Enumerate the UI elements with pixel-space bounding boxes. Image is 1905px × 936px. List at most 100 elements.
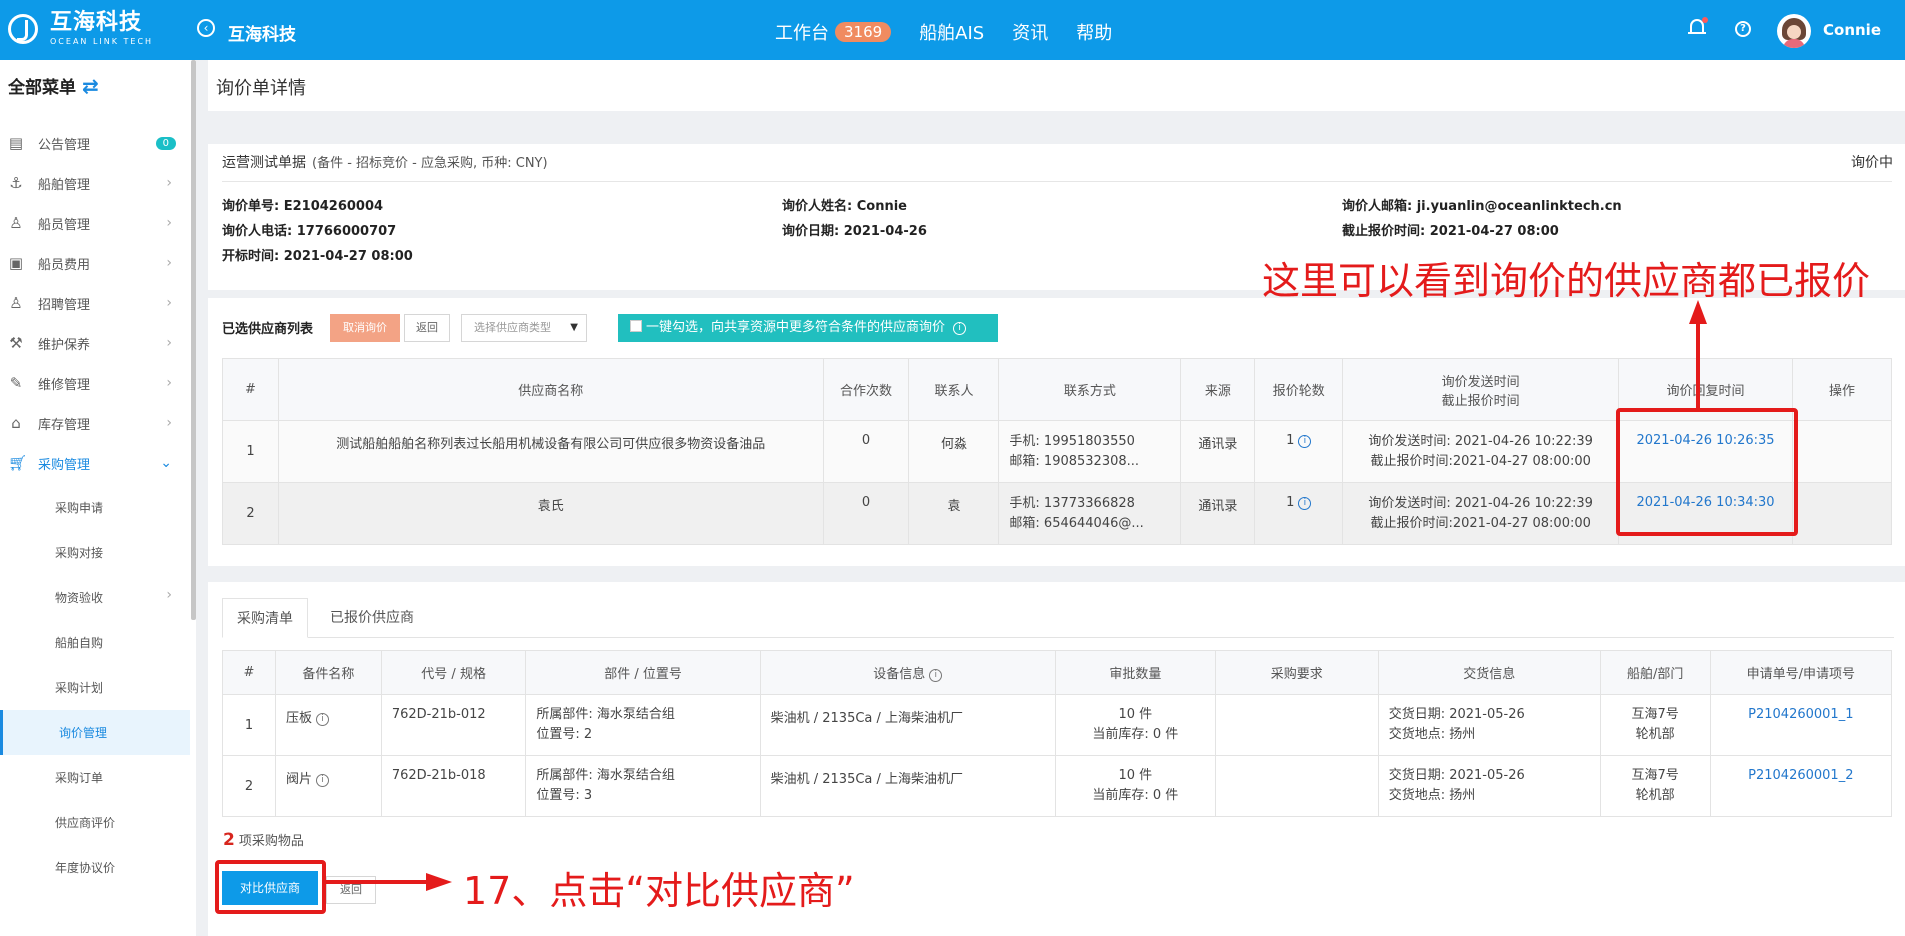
col-header: 报价轮数 — [1254, 358, 1344, 421]
help-icon[interactable]: ? — [1735, 21, 1751, 37]
sidebar-sub-self-purchase[interactable]: 船舶自购 — [0, 620, 190, 665]
source: 通讯录 — [1180, 420, 1256, 483]
sidebar-item-crew[interactable]: ♙ 船员管理 › — [0, 203, 190, 243]
info-icon[interactable]: i — [1298, 435, 1312, 448]
checkbox[interactable] — [630, 320, 642, 332]
chevron-right-icon: › — [166, 215, 172, 231]
chevron-right-icon: › — [166, 335, 172, 351]
sidebar-item-inventory[interactable]: ⌂ 库存管理 › — [0, 403, 190, 443]
cancel-inquiry-button[interactable]: 取消询价 — [330, 314, 400, 342]
supplier-list-label: 已选供应商列表 — [222, 322, 314, 337]
doc-title: 运营测试单据 (备件 - 招标竞价 - 应急采购, 币种: CNY) — [222, 152, 548, 172]
ship-dept: 互海7号 轮机部 — [1599, 755, 1711, 817]
send-deadline: 询价发送时间: 2021-04-26 10:22:39 截止报价时间:2021-… — [1342, 420, 1620, 483]
nav-workbench[interactable]: 工作台 3169 — [775, 19, 892, 45]
inquiry-phone: 询价人电话: 17766000707 — [222, 224, 397, 239]
sidebar-item-label: 维护保养 — [38, 337, 91, 353]
back-arrow-icon[interactable]: ‹ — [197, 19, 215, 37]
row-index: 1 — [222, 694, 276, 756]
sidebar-scrollbar[interactable] — [191, 60, 196, 620]
book-icon: ▤ — [8, 134, 24, 152]
quote-rounds-value: 1 — [1286, 433, 1295, 448]
ship: 互海7号 — [1631, 768, 1679, 783]
chevron-down-icon: ⌄ — [160, 455, 172, 471]
share-resource-checkbox[interactable]: 一键勾选，向共享资源中更多符合条件的供应商询价 i — [618, 314, 998, 342]
chevron-right-icon: › — [166, 255, 172, 271]
inquirer-email: 询价人邮箱: ji.yuanlin@oceanlinktech.cn — [1342, 199, 1622, 214]
purchase-requirement — [1214, 694, 1379, 756]
sidebar-sub-order[interactable]: 采购订单 — [0, 755, 190, 800]
sidebar-sub-purchase-dock[interactable]: 采购对接 — [0, 530, 190, 575]
part-name: 压板 i — [274, 694, 382, 756]
info-icon[interactable]: i — [929, 669, 943, 682]
send-time: 询价发送时间: 2021-04-26 10:22:39 — [1368, 433, 1593, 449]
position: 位置号: 2 — [536, 727, 593, 742]
avatar[interactable] — [1777, 14, 1811, 48]
apply-number[interactable]: P2104260001_2 — [1709, 755, 1893, 817]
sidebar-sub-label: 供应商评价 — [55, 816, 116, 830]
quote-rounds-value: 1 — [1286, 495, 1295, 510]
delivery-date: 交货日期: 2021-05-26 — [1388, 768, 1525, 783]
tab-quoted-suppliers[interactable]: 已报价供应商 — [316, 598, 428, 638]
col-header: 询价发送时间 — [1441, 374, 1520, 390]
col-header: 申请单号/申请项号 — [1709, 650, 1893, 695]
supplier-type-select[interactable]: 选择供应商类型 ▼ — [461, 314, 587, 342]
sidebar-sub-acceptance[interactable]: 物资验收 › — [0, 575, 190, 620]
sidebar-sub-label: 采购申请 — [55, 501, 104, 515]
deadline: 截止报价时间: 2021-04-27 08:00 — [1342, 224, 1559, 239]
page-title: 询价单详情 — [216, 78, 306, 99]
sidebar-item-recruit[interactable]: ♙ 招聘管理 › — [0, 283, 190, 323]
swap-icon[interactable]: ⇄ — [82, 76, 99, 96]
apply-number[interactable]: P2104260001_1 — [1709, 694, 1893, 756]
nav-ship-ais[interactable]: 船舶AIS — [919, 19, 984, 45]
component: 所属部件: 海水泵结合组 — [536, 768, 675, 783]
sidebar-item-announcement[interactable]: ▤ 公告管理 0 — [0, 123, 190, 163]
part-name-value: 阀片 — [285, 772, 312, 787]
col-header: 采购要求 — [1214, 650, 1379, 695]
bell-icon[interactable] — [1688, 17, 1708, 37]
send-deadline: 询价发送时间: 2021-04-26 10:22:39 截止报价时间:2021-… — [1342, 482, 1620, 545]
delivery-info: 交货日期: 2021-05-26 交货地点: 扬州 — [1377, 755, 1601, 817]
info-icon[interactable]: i — [953, 322, 967, 335]
chevron-right-icon: › — [166, 375, 172, 391]
info-icon[interactable]: i — [315, 774, 329, 787]
annotation-highlight-reply — [1616, 408, 1798, 536]
sidebar-item-label: 船员管理 — [38, 217, 91, 233]
delivery-place: 交货地点: 扬州 — [1388, 727, 1476, 742]
row-index: 2 — [222, 482, 279, 545]
tab-purchase-list[interactable]: 采购清单 — [222, 598, 308, 638]
sidebar-sub-plan[interactable]: 采购计划 — [0, 665, 190, 710]
sidebar-item-label: 公告管理 — [38, 137, 91, 153]
nav-help[interactable]: 帮助 — [1076, 19, 1112, 45]
info-icon[interactable]: i — [1298, 497, 1312, 510]
anchor-icon: ⚓ — [9, 174, 23, 192]
top-bar: 互海科技 OCEAN LINK TECH ‹ 互海科技 工作台 3169 船舶A… — [0, 0, 1905, 60]
back-button[interactable]: 返回 — [404, 314, 450, 342]
sidebar-item-purchase[interactable]: 🛒︎ 采购管理 ⌄ — [0, 443, 190, 483]
sidebar-sub-inquiry[interactable]: 询价管理 — [0, 710, 190, 755]
company-title: 互海科技 — [228, 25, 296, 45]
nav-news[interactable]: 资讯 — [1012, 19, 1048, 45]
sidebar-item-label: 库存管理 — [38, 417, 91, 433]
sidebar-item-ship[interactable]: ⚓ 船舶管理 › — [0, 163, 190, 203]
logo[interactable]: 互海科技 OCEAN LINK TECH — [8, 12, 153, 46]
sidebar-sub-annual-price[interactable]: 年度协议价 — [0, 845, 190, 890]
row-index: 1 — [222, 420, 279, 483]
logo-subtext: OCEAN LINK TECH — [50, 37, 154, 46]
chevron-right-icon: › — [166, 415, 172, 431]
user-name[interactable]: Connie — [1823, 21, 1881, 39]
divider — [222, 181, 1892, 182]
sidebar-sub-supplier-eval[interactable]: 供应商评价 — [0, 800, 190, 845]
contact-person: 袁 — [908, 482, 1000, 545]
info-icon[interactable]: i — [315, 713, 329, 726]
coop-count: 0 — [822, 420, 910, 483]
contact-mobile: 手机: 19951803550 — [1009, 433, 1135, 449]
logo-text: 互海科技 — [50, 10, 143, 35]
share-resource-label: 一键勾选，向共享资源中更多符合条件的供应商询价 — [646, 320, 946, 335]
sidebar-item-crew-fee[interactable]: ▣ 船员费用 › — [0, 243, 190, 283]
sidebar-sub-label: 采购计划 — [55, 681, 104, 695]
sidebar-item-maintenance[interactable]: ⚒ 维护保养 › — [0, 323, 190, 363]
sidebar-sub-purchase-apply[interactable]: 采购申请 — [0, 485, 190, 530]
sidebar-item-repair[interactable]: ✎ 维修管理 › — [0, 363, 190, 403]
contact-info: 手机: 13773366828 邮箱: 654644046@... — [998, 482, 1182, 545]
